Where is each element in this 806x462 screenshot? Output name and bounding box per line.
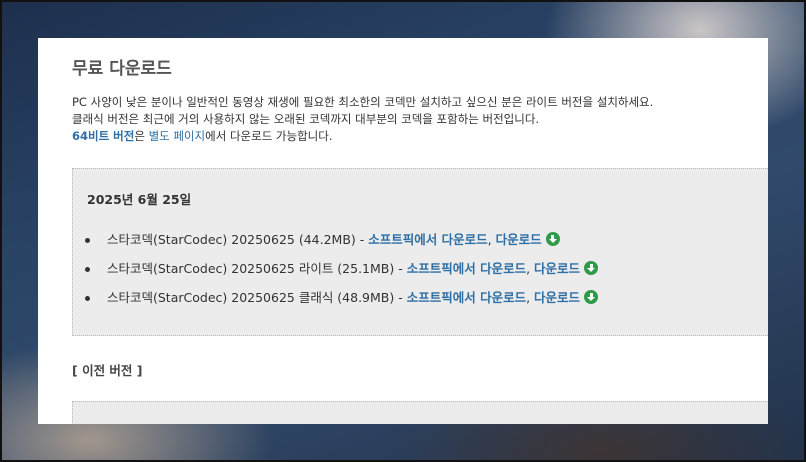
bullet: [85, 267, 90, 272]
list-item: 스타코덱(StarCodec) 20250625 라이트 (25.1MB) - …: [85, 260, 599, 289]
intro-line-2: 클래식 버전은 최근에 거의 사용하지 않는 오래된 코덱까지 대부분의 코덱을…: [72, 112, 540, 126]
previous-versions-heading: [ 이전 버전 ]: [72, 363, 143, 378]
intro-line-3: 64비트 버전은 별도 페이지에서 다운로드 가능합니다.: [72, 128, 653, 145]
item-separator: ,: [526, 290, 535, 305]
softpick-download-link[interactable]: 소프트픽에서 다운로드: [407, 261, 526, 276]
item-name: 스타코덱(StarCodec) 20250625 클래식 (48.9MB) -: [107, 290, 407, 305]
page-title: 무료 다운로드: [72, 59, 172, 79]
direct-download-link[interactable]: 다운로드: [496, 232, 542, 247]
intro-line-1: PC 사양이 낮은 분이나 일반적인 동영상 재생에 필요한 최소한의 코덱만 …: [72, 95, 654, 109]
intro-text: PC 사양이 낮은 분이나 일반적인 동영상 재생에 필요한 최소한의 코덱만 …: [72, 94, 653, 145]
download-icon[interactable]: [545, 232, 560, 246]
separate-page-link[interactable]: 별도 페이지: [149, 129, 206, 143]
bullet: [85, 238, 90, 243]
list-item: 스타코덱(StarCodec) 20250625 클래식 (48.9MB) - …: [85, 289, 599, 318]
previous-versions-box: [72, 401, 768, 424]
bullet: [85, 296, 90, 301]
item-name: 스타코덱(StarCodec) 20250625 (44.2MB) -: [107, 232, 369, 247]
download-icon[interactable]: [584, 290, 599, 304]
item-separator: ,: [487, 232, 496, 247]
intro-line-3-text: 은: [134, 129, 149, 143]
release-date: 2025년 6월 25일: [87, 192, 192, 207]
item-name: 스타코덱(StarCodec) 20250625 라이트 (25.1MB) -: [107, 261, 407, 276]
direct-download-link[interactable]: 다운로드: [534, 261, 580, 276]
item-separator: ,: [526, 261, 535, 276]
download-panel: 무료 다운로드 PC 사양이 낮은 분이나 일반적인 동영상 재생에 필요한 최…: [38, 38, 768, 424]
direct-download-link[interactable]: 다운로드: [534, 290, 580, 305]
64bit-version-link[interactable]: 64비트 버전: [72, 129, 134, 143]
download-list: 스타코덱(StarCodec) 20250625 (44.2MB) - 소프트픽…: [85, 231, 599, 318]
latest-release-box: 2025년 6월 25일 스타코덱(StarCodec) 20250625 (4…: [72, 168, 768, 336]
softpick-download-link[interactable]: 소프트픽에서 다운로드: [407, 290, 526, 305]
softpick-download-link[interactable]: 소프트픽에서 다운로드: [368, 232, 487, 247]
download-icon[interactable]: [584, 261, 599, 275]
intro-line-3-end: 에서 다운로드 가능합니다.: [205, 129, 333, 143]
list-item: 스타코덱(StarCodec) 20250625 (44.2MB) - 소프트픽…: [85, 231, 598, 260]
